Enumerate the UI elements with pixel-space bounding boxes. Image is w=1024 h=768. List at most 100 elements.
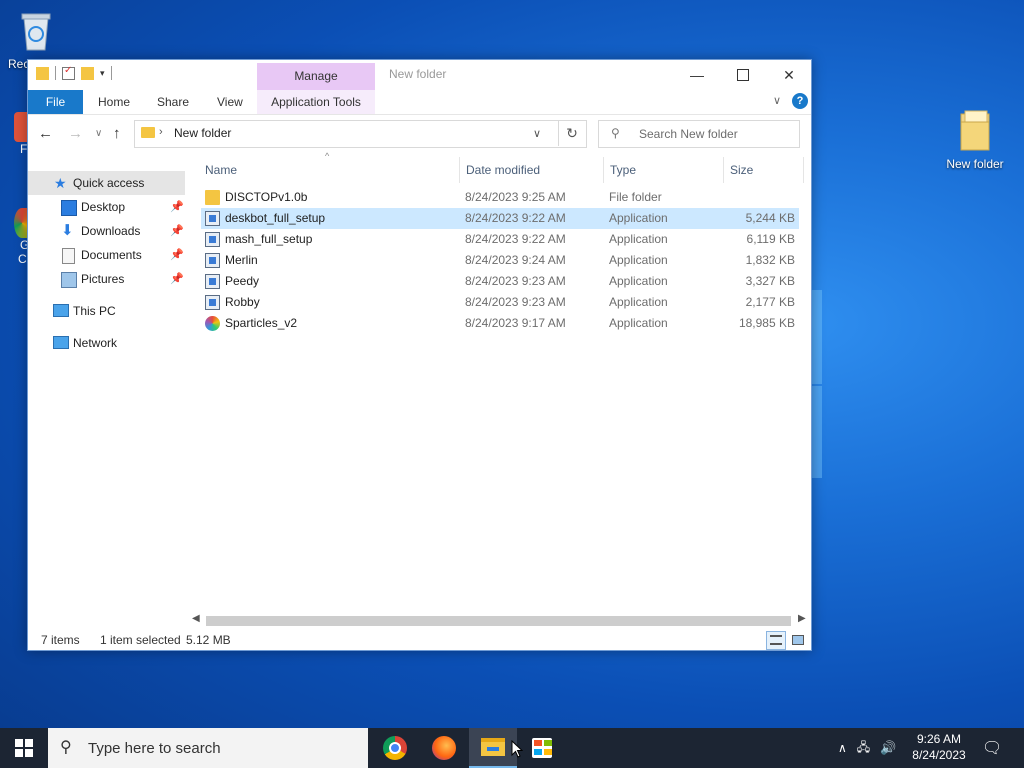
column-header-type[interactable]: Type — [610, 159, 636, 181]
address-bar[interactable]: › New folder ∨ — [134, 120, 587, 148]
large-icons-view-button[interactable] — [788, 631, 808, 650]
file-type: Application — [609, 274, 668, 288]
tab-file[interactable]: File — [28, 90, 83, 114]
pin-icon[interactable]: 📌 — [170, 267, 184, 291]
partial-desktop-icon[interactable]: G C — [0, 208, 28, 266]
taskbar-store[interactable] — [518, 728, 566, 768]
navigation-bar: ← → ∨ ↑ › New folder ∨ ↻ ⚲ Search New fo… — [28, 119, 811, 149]
recent-locations-icon[interactable]: ∨ — [95, 128, 102, 139]
column-divider[interactable] — [603, 157, 604, 183]
scroll-right-icon[interactable]: ▶ — [798, 613, 806, 624]
pictures-icon — [61, 272, 77, 288]
column-divider[interactable] — [803, 157, 804, 183]
pin-icon[interactable]: 📌 — [170, 219, 184, 243]
forward-button[interactable]: → — [68, 125, 83, 142]
file-type: File folder — [609, 190, 662, 204]
column-header-date[interactable]: Date modified — [466, 159, 540, 181]
nav-item-desktop[interactable]: Desktop 📌 — [28, 195, 185, 219]
file-name: mash_full_setup — [225, 232, 313, 246]
folder-icon — [960, 110, 990, 151]
nav-item-documents[interactable]: Documents 📌 — [28, 243, 185, 267]
taskbar-chrome[interactable] — [371, 728, 419, 768]
divider — [55, 66, 56, 80]
details-view-icon — [770, 635, 782, 645]
show-hidden-icons-icon[interactable]: ∧ — [838, 741, 847, 755]
clock-time: 9:26 AM — [916, 732, 962, 746]
clock[interactable]: 9:26 AM 8/24/2023 — [905, 731, 973, 763]
expand-ribbon-icon[interactable]: ∨ — [773, 94, 781, 107]
up-button[interactable]: ↑ — [113, 125, 121, 142]
new-folder-desktop-icon[interactable]: New folder — [937, 108, 1013, 171]
tab-share[interactable]: Share — [157, 90, 189, 114]
chrome-icon — [383, 736, 407, 760]
notification-icon[interactable]: 🗨 — [982, 738, 1002, 758]
tab-view[interactable]: View — [217, 90, 243, 114]
folder-icon — [205, 190, 220, 205]
nav-item-label: Quick access — [73, 176, 145, 190]
folder-icon — [36, 66, 49, 80]
column-header-size[interactable]: Size — [730, 159, 753, 181]
taskbar-file-explorer[interactable] — [469, 728, 517, 768]
horizontal-scrollbar[interactable]: ◀ ▶ — [188, 612, 810, 629]
search-input[interactable]: Search New folder — [639, 127, 738, 141]
file-list: ^ Name Date modified Type Size DISCTOPv1… — [185, 149, 811, 619]
pin-icon[interactable]: 📌 — [170, 243, 184, 267]
tab-manage[interactable]: Manage — [257, 63, 375, 90]
windows-logo-icon — [15, 739, 33, 757]
search-box[interactable]: ⚲ Search New folder — [598, 120, 800, 148]
folder-icon — [141, 127, 155, 138]
help-icon[interactable]: ? — [792, 93, 808, 109]
details-view-button[interactable] — [766, 631, 786, 650]
nav-item-pictures[interactable]: Pictures 📌 — [28, 267, 185, 291]
file-name: Peedy — [225, 274, 260, 288]
maximize-button[interactable] — [720, 60, 766, 90]
taskbar-search[interactable]: ⚲ Type here to search — [48, 728, 368, 768]
nav-item-network[interactable]: Network — [28, 331, 185, 355]
file-name: deskbot_full_setup — [225, 211, 326, 225]
column-divider[interactable] — [459, 157, 460, 183]
back-button[interactable]: ← — [38, 125, 53, 142]
volume-icon[interactable]: 🔊 — [880, 740, 896, 756]
file-row-selected[interactable]: deskbot_full_setup 8/24/2023 9:22 AM App… — [201, 208, 799, 229]
minimize-button[interactable]: — — [674, 60, 720, 90]
file-row[interactable]: Sparticles_v2 8/24/2023 9:17 AM Applicat… — [201, 313, 799, 334]
file-row[interactable]: Merlin 8/24/2023 9:24 AM Application 1,8… — [201, 250, 799, 271]
address-dropdown-icon[interactable]: ∨ — [533, 127, 541, 140]
new-folder-icon[interactable] — [81, 66, 94, 80]
file-row[interactable]: Robby 8/24/2023 9:23 AM Application 2,17… — [201, 292, 799, 313]
file-type: Application — [609, 316, 668, 330]
store-icon — [532, 738, 552, 758]
refresh-button[interactable]: ↻ — [558, 120, 585, 146]
nav-item-label: This PC — [73, 304, 116, 318]
document-icon — [62, 248, 75, 264]
partial-desktop-icon[interactable]: F — [0, 112, 28, 156]
scroll-left-icon[interactable]: ◀ — [192, 613, 200, 624]
file-row[interactable]: Peedy 8/24/2023 9:23 AM Application 3,32… — [201, 271, 799, 292]
title-bar: ✓ ▾ Manage New folder — ✕ — [28, 60, 811, 90]
pin-icon[interactable]: 📌 — [170, 195, 184, 219]
column-divider[interactable] — [723, 157, 724, 183]
network-icon — [53, 336, 69, 349]
file-row[interactable]: DISCTOPv1.0b 8/24/2023 9:25 AM File fold… — [201, 187, 799, 208]
close-button[interactable]: ✕ — [766, 60, 812, 90]
nav-item-downloads[interactable]: ⬇ Downloads 📌 — [28, 219, 185, 243]
breadcrumb-current[interactable]: New folder — [174, 126, 231, 140]
large-icons-view-icon — [792, 635, 804, 645]
taskbar-search-input[interactable]: Type here to search — [88, 740, 221, 757]
file-row[interactable]: mash_full_setup 8/24/2023 9:22 AM Applic… — [201, 229, 799, 250]
start-button[interactable] — [0, 728, 48, 768]
tray-area: ∧ 🖧 🔊 — [838, 728, 896, 768]
column-header-name[interactable]: Name — [205, 159, 237, 181]
download-arrow-icon: ⬇ — [61, 222, 74, 239]
nav-item-this-pc[interactable]: This PC — [28, 299, 185, 323]
properties-icon[interactable]: ✓ — [62, 65, 75, 80]
scrollbar-thumb[interactable] — [206, 616, 791, 626]
customize-toolbar-icon[interactable]: ▾ — [100, 68, 105, 79]
nav-item-quick-access[interactable]: ★ Quick access — [28, 171, 185, 195]
taskbar-firefox[interactable] — [420, 728, 468, 768]
tab-home[interactable]: Home — [98, 90, 130, 114]
network-status-icon[interactable]: 🖧 — [857, 738, 870, 759]
file-type: Application — [609, 253, 668, 267]
breadcrumb-chevron-icon[interactable]: › — [159, 126, 163, 138]
tab-application-tools[interactable]: Application Tools — [257, 90, 375, 114]
